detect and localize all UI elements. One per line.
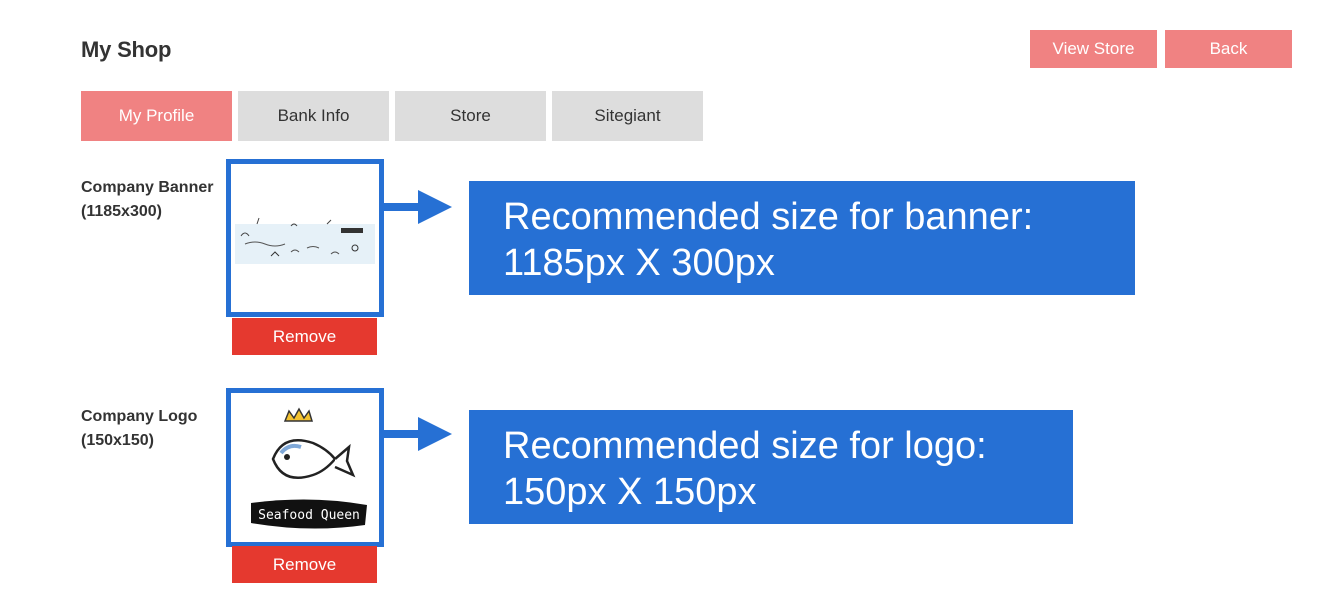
logo-image: Seafood Queen — [251, 407, 367, 529]
tab-store[interactable]: Store — [395, 91, 546, 141]
company-banner-label: Company Banner (1185x300) — [81, 176, 213, 224]
logo-arrow-icon — [384, 417, 452, 451]
tab-bank-info[interactable]: Bank Info — [238, 91, 389, 141]
company-banner-title: Company Banner — [81, 179, 214, 196]
banner-preview[interactable] — [226, 159, 384, 317]
page: My Shop View Store Back My Profile Bank … — [0, 0, 1332, 604]
logo-preview[interactable]: Seafood Queen — [226, 388, 384, 547]
remove-banner-button[interactable]: Remove — [232, 318, 377, 355]
tab-my-profile[interactable]: My Profile — [81, 91, 232, 141]
view-store-button[interactable]: View Store — [1030, 30, 1157, 68]
tab-sitegiant[interactable]: Sitegiant — [552, 91, 703, 141]
banner-image — [235, 217, 375, 264]
logo-size-callout: Recommended size for logo: 150px X 150px — [469, 410, 1073, 524]
logo-callout-line1: Recommended size for logo: — [503, 425, 987, 467]
company-banner-size: (1185x300) — [81, 203, 162, 220]
company-logo-title: Company Logo — [81, 408, 198, 425]
banner-callout-line1: Recommended size for banner: — [503, 196, 1034, 238]
company-logo-size: (150x150) — [81, 432, 154, 449]
remove-logo-button[interactable]: Remove — [232, 546, 377, 583]
back-button[interactable]: Back — [1165, 30, 1292, 68]
page-title: My Shop — [81, 37, 172, 62]
banner-size-callout: Recommended size for banner: 1185px X 30… — [469, 181, 1135, 295]
logo-callout-line2: 150px X 150px — [503, 471, 757, 513]
logo-image-text: Seafood Queen — [258, 508, 360, 523]
banner-arrow-icon — [384, 190, 452, 224]
banner-callout-line2: 1185px X 300px — [503, 242, 775, 284]
company-logo-label: Company Logo (150x150) — [81, 405, 197, 453]
